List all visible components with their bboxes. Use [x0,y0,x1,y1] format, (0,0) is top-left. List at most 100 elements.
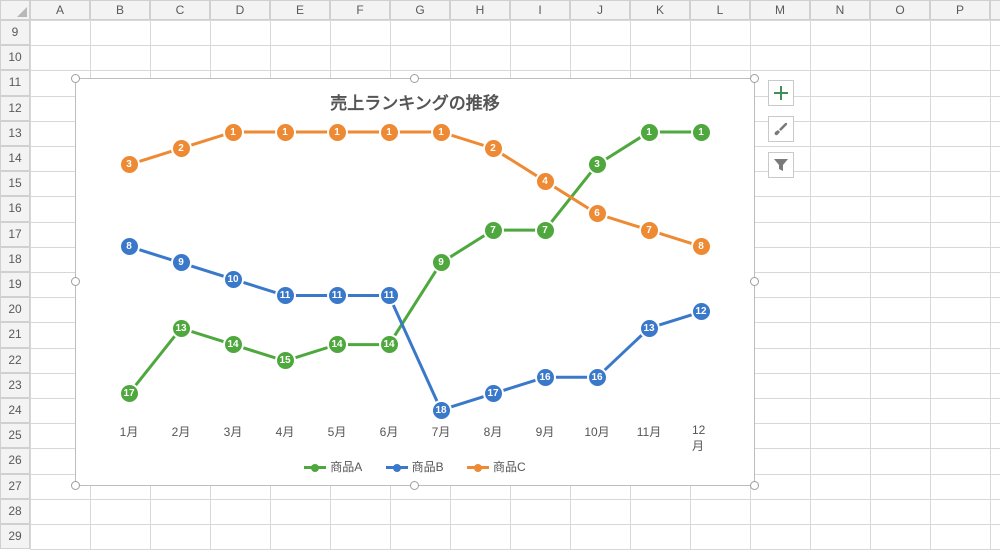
resize-handle-sw[interactable] [71,481,80,490]
chart-title[interactable]: 売上ランキングの推移 [76,79,754,114]
row-header-15[interactable]: 15 [0,171,30,196]
row-header-17[interactable]: 17 [0,222,30,247]
select-all-corner[interactable] [0,0,30,20]
data-marker[interactable]: 12 [691,301,712,322]
legend-item-a[interactable]: 商品A [304,458,362,475]
data-marker[interactable]: 1 [275,122,296,143]
col-header-C[interactable]: C [150,0,210,20]
col-header-B[interactable]: B [90,0,150,20]
data-marker[interactable]: 9 [171,252,192,273]
col-header-D[interactable]: D [210,0,270,20]
row-header-13[interactable]: 13 [0,121,30,146]
data-marker[interactable]: 7 [483,220,504,241]
data-marker[interactable]: 8 [691,236,712,257]
worksheet[interactable]: ABCDEFGHIJKLMNOPQ 9101112131415161718192… [0,0,1000,550]
row-header-14[interactable]: 14 [0,146,30,171]
x-tick-label: 6月 [380,423,399,440]
resize-handle-w[interactable] [71,277,80,286]
row-header-20[interactable]: 20 [0,297,30,322]
data-marker[interactable]: 2 [171,138,192,159]
col-header-K[interactable]: K [630,0,690,20]
row-header-21[interactable]: 21 [0,322,30,347]
row-header-27[interactable]: 27 [0,474,30,499]
row-header-9[interactable]: 9 [0,20,30,45]
data-marker[interactable]: 13 [171,318,192,339]
col-header-I[interactable]: I [510,0,570,20]
resize-handle-se[interactable] [750,481,759,490]
data-marker[interactable]: 8 [119,236,140,257]
legend[interactable]: 商品A 商品B 商品C [76,458,754,475]
data-marker[interactable]: 14 [327,334,348,355]
legend-item-b[interactable]: 商品B [386,458,444,475]
col-header-L[interactable]: L [690,0,750,20]
row-header-16[interactable]: 16 [0,196,30,221]
data-marker[interactable]: 3 [119,154,140,175]
col-header-H[interactable]: H [450,0,510,20]
row-header-18[interactable]: 18 [0,247,30,272]
resize-handle-s[interactable] [410,481,419,490]
chart-elements-button[interactable] [768,80,794,106]
data-marker[interactable]: 14 [379,334,400,355]
row-header-11[interactable]: 11 [0,70,30,95]
data-marker[interactable]: 3 [587,154,608,175]
col-header-Q[interactable]: Q [990,0,1000,20]
col-header-O[interactable]: O [870,0,930,20]
chart-filters-button[interactable] [768,152,794,178]
data-marker[interactable]: 14 [223,334,244,355]
data-marker[interactable]: 7 [535,220,556,241]
data-marker[interactable]: 4 [535,171,556,192]
data-marker[interactable]: 9 [431,252,452,273]
row-header-19[interactable]: 19 [0,272,30,297]
row-header-23[interactable]: 23 [0,373,30,398]
chart-styles-button[interactable] [768,116,794,142]
data-marker[interactable]: 2 [483,138,504,159]
data-marker[interactable]: 17 [119,383,140,404]
data-marker[interactable]: 1 [379,122,400,143]
series-line-商品B[interactable] [129,246,701,410]
plot-area[interactable]: 1713141514149773118910111111181716161312… [111,127,719,415]
data-marker[interactable]: 16 [535,367,556,388]
x-tick-label: 11月 [637,423,661,440]
x-tick-label: 10月 [584,423,609,440]
col-header-F[interactable]: F [330,0,390,20]
resize-handle-n[interactable] [410,74,419,83]
data-marker[interactable]: 1 [223,122,244,143]
legend-swatch-c [467,466,489,469]
resize-handle-ne[interactable] [750,74,759,83]
data-marker[interactable]: 1 [431,122,452,143]
row-header-24[interactable]: 24 [0,398,30,423]
data-marker[interactable]: 1 [691,122,712,143]
legend-item-c[interactable]: 商品C [467,458,526,475]
data-marker[interactable]: 13 [639,318,660,339]
data-marker[interactable]: 11 [275,285,296,306]
col-header-G[interactable]: G [390,0,450,20]
data-marker[interactable]: 10 [223,269,244,290]
data-marker[interactable]: 16 [587,367,608,388]
resize-handle-nw[interactable] [71,74,80,83]
data-marker[interactable]: 6 [587,203,608,224]
series-line-商品C[interactable] [129,132,701,246]
row-header-26[interactable]: 26 [0,448,30,473]
row-header-22[interactable]: 22 [0,348,30,373]
col-header-E[interactable]: E [270,0,330,20]
data-marker[interactable]: 11 [379,285,400,306]
data-marker[interactable]: 1 [639,122,660,143]
data-marker[interactable]: 7 [639,220,660,241]
row-header-10[interactable]: 10 [0,45,30,70]
chart-object[interactable]: 売上ランキングの推移 17131415141497731189101111111… [75,78,755,486]
data-marker[interactable]: 18 [431,400,452,421]
data-marker[interactable]: 11 [327,285,348,306]
resize-handle-e[interactable] [750,277,759,286]
row-header-12[interactable]: 12 [0,96,30,121]
col-header-J[interactable]: J [570,0,630,20]
col-header-A[interactable]: A [30,0,90,20]
col-header-P[interactable]: P [930,0,990,20]
col-header-M[interactable]: M [750,0,810,20]
data-marker[interactable]: 1 [327,122,348,143]
data-marker[interactable]: 15 [275,350,296,371]
row-header-28[interactable]: 28 [0,499,30,524]
row-header-25[interactable]: 25 [0,423,30,448]
row-header-29[interactable]: 29 [0,524,30,549]
col-header-N[interactable]: N [810,0,870,20]
data-marker[interactable]: 17 [483,383,504,404]
